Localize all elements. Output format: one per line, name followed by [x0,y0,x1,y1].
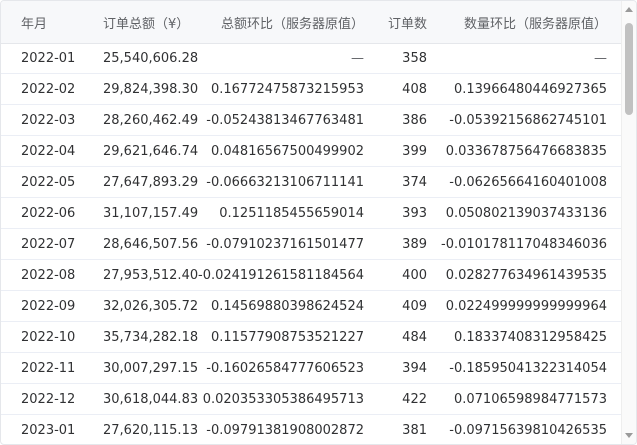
cell-total-mom: -0.16026584777606523 [206,360,364,376]
cell-order-count: 408 [402,81,427,97]
cell-total-mom: 0.11577908753521227 [210,329,364,345]
cell-count-mom: 0.07106598984771573 [453,391,607,407]
table-row: 2022-01 25,540,606.28 — 358 — [1,43,621,74]
cell-order-total: 31,107,157.49 [103,205,199,221]
cell-order-count: 422 [402,391,427,407]
cell-order-count: 400 [402,267,427,283]
cell-order-count: 409 [402,298,427,314]
triangle-up-icon[interactable] [625,7,633,12]
cell-month: 2022-04 [21,143,76,159]
cell-order-count: 399 [402,143,427,159]
scrollbar-thumb[interactable] [625,23,633,115]
cell-order-count: 484 [402,329,427,345]
cell-month: 2022-07 [21,236,76,252]
cell-count-mom: 0.022499999999999964 [445,298,607,314]
cell-order-total: 29,621,646.74 [103,143,199,159]
cell-count-mom: -0.09715639810426535 [449,422,607,438]
cell-count-mom: -0.06265664160401008 [449,174,607,190]
cell-month: 2022-09 [21,298,76,314]
cell-total-mom: -0.06663213106711141 [206,174,364,190]
table-body[interactable]: 2022-01 25,540,606.28 — 358 — 2022-02 29… [1,43,621,444]
header-month[interactable]: 年月 [1,1,96,43]
cell-order-total: 27,647,893.29 [103,174,199,190]
header-count-mom[interactable]: 数量环比（服务器原值） [434,1,615,43]
cell-order-total: 25,540,606.28 [103,50,199,66]
cell-total-mom: 0.020353305386495713 [202,391,364,407]
cell-month: 2022-12 [21,391,76,407]
cell-order-total: 35,734,282.18 [103,329,199,345]
cell-count-mom: -0.010178117048346036 [441,236,607,252]
cell-order-count: 393 [402,205,427,221]
cell-total-mom: -0.05243813467763481 [206,112,364,128]
cell-total-mom: -0.09791381908002872 [206,422,364,438]
cell-count-mom: -0.05392156862745101 [449,112,607,128]
vertical-scrollbar[interactable] [621,1,636,444]
cell-order-count: 386 [402,112,427,128]
cell-month: 2022-11 [21,360,76,376]
cell-count-mom: 0.033678756476683835 [445,143,607,159]
cell-total-mom: 0.14569880398624524 [210,298,364,314]
cell-order-total: 27,620,115.13 [103,422,199,438]
cell-order-total: 28,260,462.49 [103,112,199,128]
cell-order-count: 389 [402,236,427,252]
cell-order-count: 358 [402,50,427,66]
cell-count-mom: -0.18595041322314054 [449,360,607,376]
cell-count-mom: 0.13966480446927365 [453,81,607,97]
table-row: 2022-04 29,621,646.74 0.0481656750049990… [1,136,621,167]
table-row: 2022-09 32,026,305.72 0.1456988039862452… [1,291,621,322]
cell-order-total: 30,618,044.83 [103,391,199,407]
table-row: 2022-06 31,107,157.49 0.1251185455659014… [1,198,621,229]
cell-month: 2022-02 [21,81,76,97]
cell-month: 2022-06 [21,205,76,221]
cell-total-mom: -0.024191261581184564 [198,267,364,283]
header-total-mom[interactable]: 总额环比（服务器原值） [191,1,371,43]
data-table: 年月 订单总额（¥） 总额环比（服务器原值） 订单数 数量环比（服务器原值） 2… [0,0,637,445]
cell-total-mom: -0.07910237161501477 [206,236,364,252]
cell-order-total: 28,646,507.56 [103,236,199,252]
table-row: 2022-02 29,824,398.30 0.1677247587321595… [1,74,621,105]
cell-order-count: 374 [402,174,427,190]
triangle-down-icon[interactable] [625,433,633,438]
cell-order-total: 32,026,305.72 [103,298,199,314]
cell-order-count: 381 [402,422,427,438]
table-row: 2023-01 27,620,115.13 -0.097913819080028… [1,415,621,444]
table-row: 2022-12 30,618,044.83 0.0203533053864957… [1,384,621,415]
cell-count-mom: 0.050802139037433136 [445,205,607,221]
table-row: 2022-08 27,953,512.40 -0.024191261581184… [1,260,621,291]
header-order-total[interactable]: 订单总额（¥） [96,1,191,43]
cell-total-mom: 0.16772475873215953 [210,81,364,97]
cell-order-count: 394 [402,360,427,376]
table-header: 年月 订单总额（¥） 总额环比（服务器原值） 订单数 数量环比（服务器原值） [1,1,621,44]
cell-total-mom: 0.04816567500499902 [210,143,364,159]
cell-month: 2023-01 [21,422,76,438]
table-row: 2022-03 28,260,462.49 -0.052438134677634… [1,105,621,136]
table-row: 2022-07 28,646,507.56 -0.079102371615014… [1,229,621,260]
header-order-count[interactable]: 订单数 [371,1,434,43]
cell-month: 2022-08 [21,267,76,283]
cell-month: 2022-03 [21,112,76,128]
cell-order-total: 30,007,297.15 [103,360,199,376]
cell-order-total: 27,953,512.40 [103,267,199,283]
cell-count-mom: 0.18337408312958425 [453,329,607,345]
cell-total-mom: 0.1251185455659014 [219,205,364,221]
table-row: 2022-05 27,647,893.29 -0.066632131067111… [1,167,621,198]
cell-order-total: 29,824,398.30 [103,81,199,97]
table-row: 2022-11 30,007,297.15 -0.160265847776065… [1,353,621,384]
cell-month: 2022-01 [21,50,76,66]
cell-count-mom: — [594,50,607,66]
cell-month: 2022-05 [21,174,76,190]
table-row: 2022-10 35,734,282.18 0.1157790875352122… [1,322,621,353]
cell-total-mom: — [351,50,364,66]
cell-count-mom: 0.028277634961439535 [445,267,607,283]
cell-month: 2022-10 [21,329,76,345]
